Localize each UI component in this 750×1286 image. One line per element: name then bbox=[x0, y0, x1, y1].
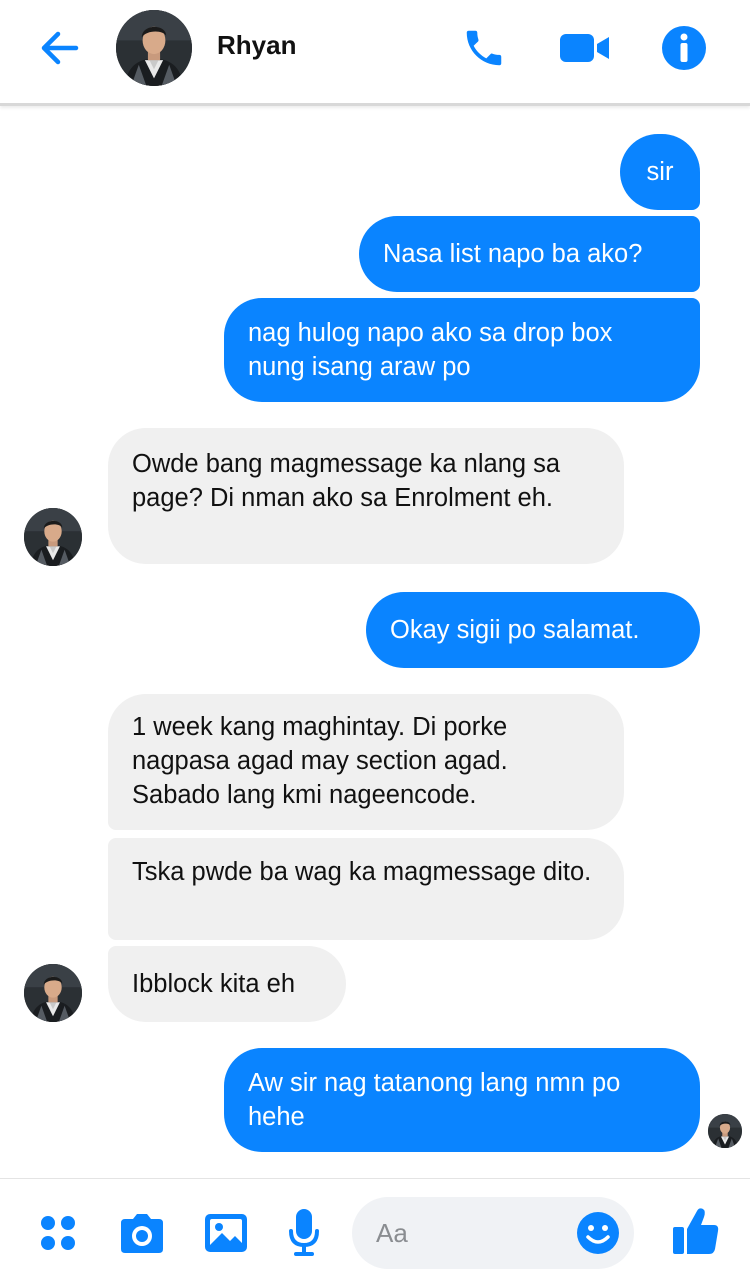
camera-button[interactable] bbox=[112, 1205, 172, 1261]
message-bubble-outgoing[interactable]: sir bbox=[620, 134, 700, 210]
call-button[interactable] bbox=[458, 22, 510, 74]
gallery-button[interactable] bbox=[198, 1205, 254, 1261]
message-bubble-outgoing[interactable]: Okay sigii po salamat. bbox=[366, 592, 700, 668]
message-bubble-incoming[interactable]: 1 week kang maghintay. Di porke nagpasa … bbox=[108, 694, 624, 830]
message-composer bbox=[0, 1178, 750, 1286]
more-apps-icon bbox=[41, 1216, 75, 1250]
info-icon bbox=[662, 26, 706, 70]
gallery-icon bbox=[205, 1214, 247, 1252]
message-bubble-outgoing[interactable]: Aw sir nag tatanong lang nmn po hehe bbox=[224, 1048, 700, 1152]
back-button[interactable] bbox=[30, 22, 86, 74]
message-bubble-incoming[interactable]: Tska pwde ba wag ka magmessage dito. bbox=[108, 838, 624, 940]
emoji-icon bbox=[577, 1212, 619, 1254]
message-input[interactable] bbox=[376, 1197, 566, 1269]
more-button[interactable] bbox=[32, 1205, 84, 1261]
message-bubble-outgoing[interactable]: nag hulog napo ako sa drop box nung isan… bbox=[224, 298, 700, 402]
info-button[interactable] bbox=[656, 20, 712, 76]
thumbs-up-icon bbox=[673, 1208, 719, 1254]
contact-avatar-small[interactable] bbox=[24, 508, 82, 566]
like-button[interactable] bbox=[666, 1201, 726, 1261]
video-camera-icon bbox=[560, 34, 609, 62]
message-bubble-outgoing[interactable]: Nasa list napo ba ako? bbox=[359, 216, 700, 292]
camera-icon bbox=[121, 1214, 163, 1253]
emoji-button[interactable] bbox=[574, 1209, 622, 1257]
arrow-left-icon bbox=[41, 31, 79, 65]
voice-button[interactable] bbox=[282, 1203, 326, 1263]
chat-header: Rhyan bbox=[0, 0, 750, 106]
contact-avatar[interactable] bbox=[116, 10, 192, 86]
message-bubble-incoming[interactable]: Ibblock kita eh bbox=[108, 946, 346, 1022]
seen-receipt-avatar bbox=[708, 1114, 742, 1148]
phone-icon bbox=[466, 30, 502, 66]
message-input-wrapper bbox=[352, 1197, 634, 1269]
microphone-icon bbox=[289, 1209, 319, 1256]
video-call-button[interactable] bbox=[554, 22, 614, 74]
contact-name[interactable]: Rhyan bbox=[217, 30, 296, 61]
contact-avatar-small[interactable] bbox=[24, 964, 82, 1022]
message-bubble-incoming[interactable]: Owde bang magmessage ka nlang sa page? D… bbox=[108, 428, 624, 564]
